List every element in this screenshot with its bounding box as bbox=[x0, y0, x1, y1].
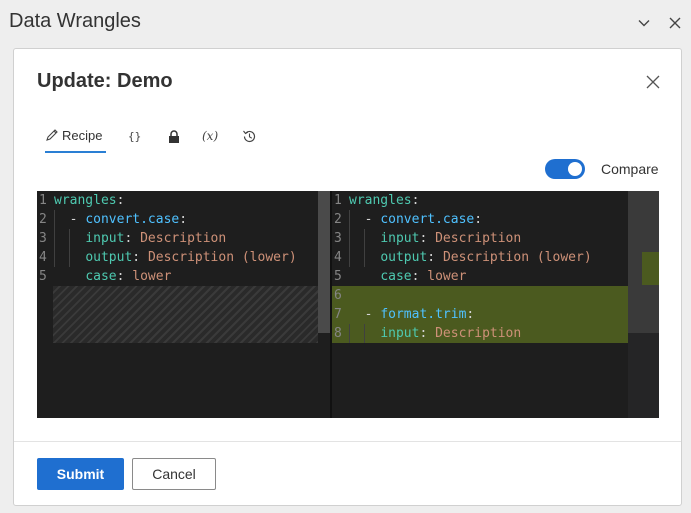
code-line: 3 input: Description bbox=[39, 231, 227, 246]
compare-label: Compare bbox=[601, 161, 659, 177]
close-icon[interactable] bbox=[665, 13, 685, 33]
braces-icon[interactable]: {} bbox=[128, 119, 148, 153]
line-number: 2 bbox=[39, 212, 47, 227]
step-name: convert.case bbox=[380, 212, 475, 227]
yaml-value: Description bbox=[435, 231, 522, 246]
history-icon[interactable] bbox=[242, 119, 260, 153]
dialog-title: Update: Demo bbox=[37, 70, 173, 92]
lock-icon[interactable] bbox=[168, 119, 184, 153]
removed-placeholder bbox=[53, 286, 318, 343]
line-number: 5 bbox=[334, 269, 342, 284]
code-line: 2 - convert.case: bbox=[334, 212, 483, 227]
line-number: 4 bbox=[334, 250, 342, 265]
yaml-key: input bbox=[85, 231, 125, 246]
cancel-button[interactable]: Cancel bbox=[132, 458, 216, 490]
yaml-key: case bbox=[380, 269, 412, 284]
diff-editor[interactable]: 1 wrangles: 2 - convert.case: 3 input: Desc… bbox=[37, 191, 659, 418]
line-number: 1 bbox=[39, 193, 47, 208]
yaml-key: input bbox=[380, 326, 420, 341]
toggle-knob bbox=[568, 162, 582, 176]
code-line: 1 wrangles: bbox=[39, 193, 125, 208]
line-number: 5 bbox=[39, 269, 47, 284]
code-line: 7 - format.trim: bbox=[334, 307, 475, 322]
yaml-key: input bbox=[380, 231, 420, 246]
line-number: 6 bbox=[334, 288, 342, 303]
line-number: 8 bbox=[334, 326, 342, 341]
yaml-value: lower bbox=[427, 269, 467, 284]
yaml-value: Description (lower) bbox=[442, 250, 592, 265]
line-number: 7 bbox=[334, 307, 342, 322]
line-number: 2 bbox=[334, 212, 342, 227]
code-line: 3 input: Description bbox=[334, 231, 522, 246]
line-number: 1 bbox=[334, 193, 342, 208]
window-title: Data Wrangles bbox=[9, 10, 141, 32]
yaml-value: Description (lower) bbox=[147, 250, 297, 265]
code-line: 5 case: lower bbox=[334, 269, 467, 284]
footer-divider bbox=[14, 441, 681, 442]
original-pane[interactable]: 1 wrangles: 2 - convert.case: 3 input: Desc… bbox=[37, 191, 330, 418]
step-name: format.trim bbox=[380, 307, 467, 322]
modified-pane[interactable]: 1 wrangles: 2 - convert.case: 3 input: Desc… bbox=[332, 191, 659, 418]
code-line: 8 input: Description bbox=[334, 326, 522, 341]
compare-control: Compare bbox=[545, 158, 659, 180]
line-number: 3 bbox=[39, 231, 47, 246]
yaml-value: Description bbox=[140, 231, 227, 246]
code-line: 6 bbox=[332, 286, 349, 305]
chevron-down-icon[interactable] bbox=[634, 13, 654, 33]
line-number: 3 bbox=[334, 231, 342, 246]
code-line: 4 output: Description (lower) bbox=[39, 250, 297, 265]
yaml-key: wrangles bbox=[349, 193, 412, 208]
minimap-change-marker bbox=[642, 252, 659, 285]
yaml-key: output bbox=[85, 250, 133, 265]
yaml-key: wrangles bbox=[54, 193, 117, 208]
code-line: 1 wrangles: bbox=[334, 193, 420, 208]
scrollbar[interactable] bbox=[318, 191, 330, 333]
code-line: 2 - convert.case: bbox=[39, 212, 188, 227]
window-titlebar: Data Wrangles bbox=[0, 0, 691, 46]
code-line: 4 output: Description (lower) bbox=[334, 250, 592, 265]
code-line: 5 case: lower bbox=[39, 269, 172, 284]
compare-toggle[interactable] bbox=[545, 159, 585, 179]
pencil-icon bbox=[45, 128, 59, 142]
yaml-key: case bbox=[85, 269, 117, 284]
tab-recipe-label: Recipe bbox=[62, 127, 103, 143]
yaml-key: output bbox=[380, 250, 428, 265]
variable-icon[interactable]: (x) bbox=[202, 119, 226, 153]
yaml-value: Description bbox=[435, 326, 522, 341]
submit-button[interactable]: Submit bbox=[37, 458, 124, 490]
update-dialog: Update: Demo Recipe {} (x) Compare 1 wran… bbox=[13, 48, 682, 506]
line-number: 4 bbox=[39, 250, 47, 265]
step-name: convert.case bbox=[85, 212, 180, 227]
tab-recipe[interactable]: Recipe bbox=[45, 119, 106, 153]
yaml-value: lower bbox=[132, 269, 172, 284]
close-icon[interactable] bbox=[642, 71, 664, 93]
